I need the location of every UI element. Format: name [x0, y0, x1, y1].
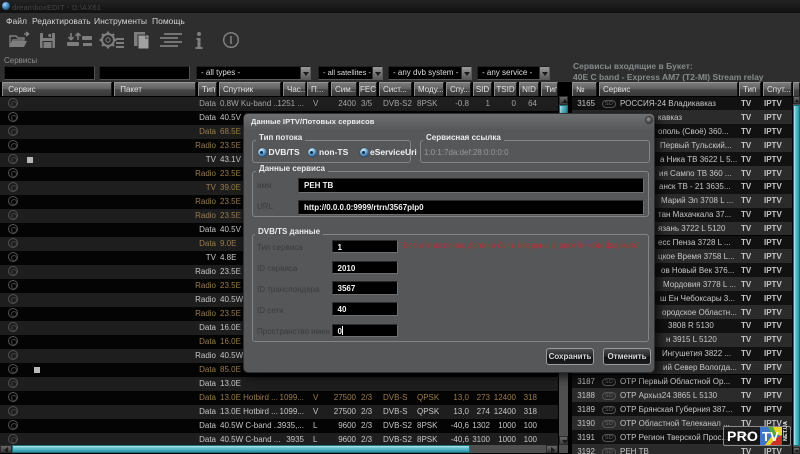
- svg-text:TV: TV: [762, 429, 779, 444]
